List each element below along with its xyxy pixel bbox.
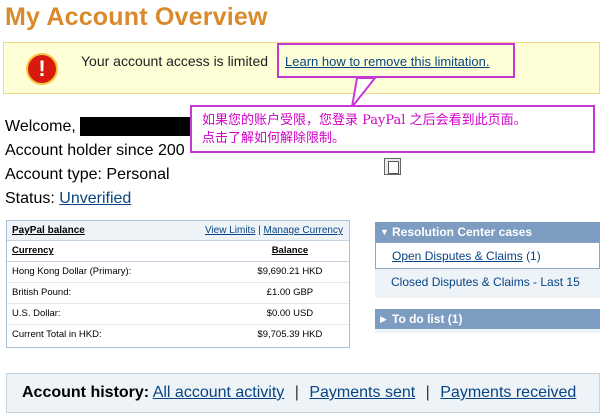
account-type-value: Personal [106, 166, 170, 183]
open-disputes-count: (1) [526, 249, 541, 263]
resolution-center-title: Resolution Center cases [392, 225, 533, 239]
account-history-bar: Account history: All account activity | … [6, 373, 600, 413]
payments-received-link[interactable]: Payments received [440, 384, 576, 401]
callout-line-1: 如果您的账户受限，您登录 PayPal 之后会看到此页面。 [202, 113, 527, 128]
limit-link-highlight: Learn how to remove this limitation. [277, 43, 515, 78]
todo-list-header[interactable]: ▶ To do list (1) [375, 309, 600, 329]
balance-column-header: Balance [225, 241, 349, 262]
paypal-balance-box: PayPal balance View Limits | Manage Curr… [6, 220, 350, 348]
currency-cell: Current Total in HKD: [12, 329, 102, 341]
amount-cell: £1.00 GBP [225, 282, 349, 304]
account-type-label: Account type: [5, 166, 102, 183]
page-title: My Account Overview [5, 3, 268, 31]
remove-limitation-link[interactable]: Learn how to remove this limitation. [285, 54, 489, 69]
holder-since-line: Account holder since 200 [5, 139, 190, 163]
todo-list-title: To do list (1) [392, 312, 463, 326]
history-separator: | [425, 384, 430, 401]
welcome-label: Welcome, [5, 118, 76, 135]
view-limits-link[interactable]: View Limits [205, 225, 255, 236]
resolution-center-body: Open Disputes & Claims (1) Closed Disput… [375, 242, 600, 298]
account-type-line: Account type: Personal [5, 163, 190, 187]
currency-cell: British Pound: [7, 282, 226, 304]
closed-disputes-item[interactable]: Closed Disputes & Claims - Last 15 [375, 269, 600, 296]
currency-column-header: Currency [7, 241, 226, 262]
table-row: U.S. Dollar: $0.00 USD [7, 303, 349, 325]
callout-line-2: 点击了解如何解除限制。 [202, 131, 346, 146]
redacted-name [80, 117, 191, 137]
payments-sent-link[interactable]: Payments sent [309, 384, 415, 401]
balance-table: Currency Balance Hong Kong Dollar (Prima… [7, 241, 349, 345]
status-line: Status: Unverified [5, 187, 190, 211]
resolution-center-header[interactable]: ▼ Resolution Center cases [375, 222, 600, 242]
account-history-label: Account history: [22, 384, 150, 401]
table-row: British Pound: £1.00 GBP [7, 282, 349, 304]
history-separator: | [294, 384, 299, 401]
currency-cell: Hong Kong Dollar (Primary): [7, 261, 226, 283]
limit-banner: ! Your account access is limited Learn h… [3, 42, 600, 94]
limit-message: Your account access is limited [81, 53, 269, 69]
balance-header: PayPal balance View Limits | Manage Curr… [7, 221, 349, 241]
closed-disputes-link[interactable]: Closed Disputes & Claims - Last 15 [391, 275, 580, 289]
open-disputes-link[interactable]: Open Disputes & Claims [392, 249, 523, 263]
account-info: Welcome, Account holder since 200 Accoun… [5, 115, 191, 211]
warning-icon: ! [26, 53, 58, 85]
paste-icon[interactable] [384, 158, 401, 175]
table-row: Hong Kong Dollar (Primary): $9,690.21 HK… [7, 261, 349, 283]
balance-title: PayPal balance [12, 225, 85, 236]
amount-cell: $9,705.39 HKD [257, 329, 323, 341]
currency-cell: U.S. Dollar: [7, 303, 226, 325]
welcome-line: Welcome, [5, 115, 191, 139]
table-row: Current Total in HKD: $9,705.39 HKD [7, 324, 349, 345]
all-activity-link[interactable]: All account activity [153, 384, 285, 401]
status-unverified-link[interactable]: Unverified [59, 190, 131, 207]
annotation-callout: 如果您的账户受限，您登录 PayPal 之后会看到此页面。 点击了解如何解除限制… [190, 105, 595, 153]
triangle-down-icon: ▼ [380, 227, 389, 237]
todo-list-body [375, 329, 600, 333]
status-label: Status: [5, 190, 55, 207]
amount-cell: $9,690.21 HKD [225, 261, 349, 283]
triangle-right-icon: ▶ [380, 314, 387, 324]
balance-links: View Limits | Manage Currency [205, 225, 343, 236]
balance-link-separator: | [258, 225, 261, 236]
holder-since-label: Account holder since 200 [5, 142, 185, 159]
manage-currency-link[interactable]: Manage Currency [264, 225, 343, 236]
amount-cell: $0.00 USD [225, 303, 349, 325]
open-disputes-item[interactable]: Open Disputes & Claims (1) [375, 242, 600, 269]
